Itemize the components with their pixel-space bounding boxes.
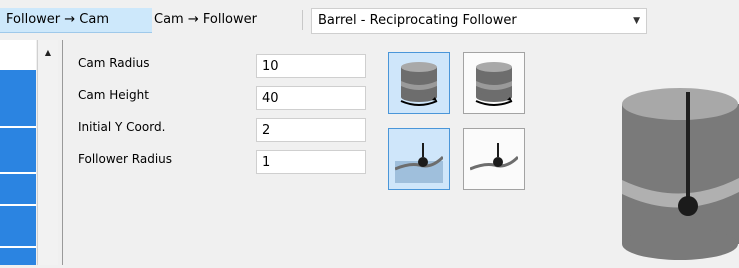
toolbar: Follower → Cam Cam → Follower Barrel - R… (0, 0, 739, 38)
cam-radius-label: Cam Radius (78, 56, 150, 70)
dropdown-arrow-icon[interactable]: ▼ (633, 9, 640, 33)
cam-type-select[interactable]: Barrel - Reciprocating Follower ▼ (311, 8, 647, 34)
barrel-cam-rotate-icon (400, 62, 438, 106)
cam-type-select-value: Barrel - Reciprocating Follower (318, 13, 517, 28)
barrel-rotate-button[interactable] (388, 52, 450, 114)
follower-radius-label: Follower Radius (78, 152, 173, 166)
list-item[interactable] (0, 248, 36, 265)
initial-y-coord-label: Initial Y Coord. (78, 120, 166, 134)
follower-curve-alt-button[interactable] (463, 128, 525, 190)
follower-radius-field[interactable] (256, 150, 366, 174)
follower-on-curve-alt-icon (470, 143, 518, 171)
cam-height-field[interactable] (256, 86, 366, 110)
scroll-up-icon[interactable]: ▲ (38, 48, 58, 57)
list-item[interactable] (0, 174, 36, 204)
initial-y-coord-field[interactable] (256, 118, 366, 142)
list-item[interactable] (0, 70, 36, 126)
barrel-cam-rotate-alt-icon (475, 62, 513, 106)
list-items (0, 40, 36, 265)
toolbar-separator (302, 10, 303, 30)
cam-preview (622, 82, 739, 268)
barrel-rotate-alt-button[interactable] (463, 52, 525, 114)
left-list-panel: ▲ (0, 40, 63, 265)
vertical-scrollbar[interactable]: ▲ (37, 40, 58, 265)
follower-curve-button[interactable] (388, 128, 450, 190)
tab-follower-to-cam[interactable]: Follower → Cam (0, 8, 152, 33)
follower-on-curve-icon (395, 143, 443, 183)
list-item[interactable] (0, 128, 36, 172)
barrel-cam-preview-icon (622, 88, 739, 260)
tab-cam-to-follower[interactable]: Cam → Follower (148, 8, 306, 32)
list-item[interactable] (0, 206, 36, 246)
cam-height-label: Cam Height (78, 88, 149, 102)
cam-radius-field[interactable] (256, 54, 366, 78)
